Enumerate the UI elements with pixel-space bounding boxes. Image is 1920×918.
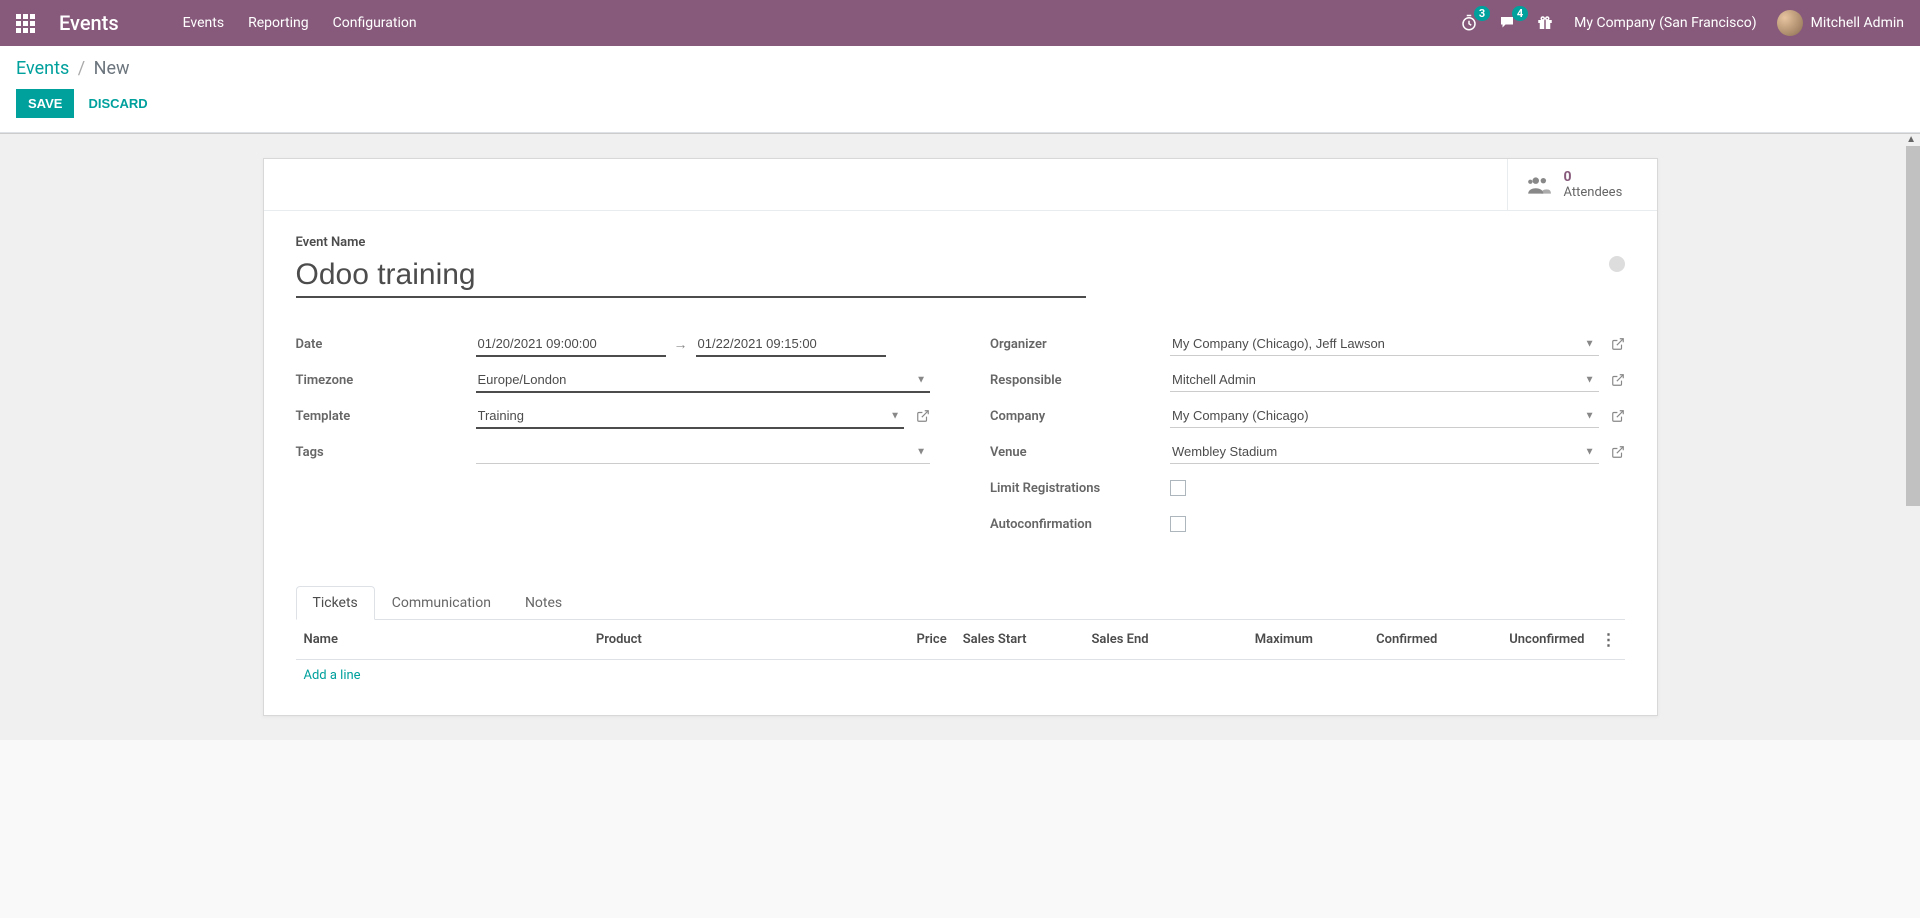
main-navbar: Events Events Reporting Configuration 3 …: [0, 0, 1920, 46]
event-name-input[interactable]: [296, 254, 1086, 298]
control-panel: Events / New Save Discard: [0, 46, 1920, 133]
tab-tickets[interactable]: Tickets: [296, 586, 375, 620]
responsible-select[interactable]: [1170, 368, 1599, 392]
date-end-input[interactable]: [696, 332, 886, 357]
template-external-link-icon[interactable]: [916, 409, 930, 423]
tabs: Tickets Communication Notes: [296, 586, 1625, 620]
event-name-label: Event Name: [296, 235, 1625, 250]
app-brand[interactable]: Events: [59, 11, 119, 35]
nav-menu: Events Reporting Configuration: [183, 15, 417, 31]
template-select[interactable]: [476, 404, 905, 429]
th-maximum[interactable]: Maximum: [1201, 620, 1321, 660]
form-col-left: Date → Timezone ▼: [296, 330, 931, 546]
label-tags: Tags: [296, 445, 476, 460]
label-organizer: Organizer: [990, 337, 1170, 352]
form-col-right: Organizer ▼ Responsible: [990, 330, 1625, 546]
arrow-right-icon: →: [674, 336, 688, 353]
button-box: 0 Attendees: [264, 159, 1657, 211]
discard-button[interactable]: Discard: [88, 96, 147, 111]
venue-external-link-icon[interactable]: [1611, 445, 1625, 459]
limit-registrations-checkbox[interactable]: [1170, 480, 1186, 496]
breadcrumb-sep: /: [78, 58, 85, 79]
label-company: Company: [990, 409, 1170, 424]
form-body: Event Name Date →: [264, 211, 1657, 715]
content-area: ▲ 0 Attendees Event Name: [0, 133, 1920, 740]
navbar-right: 3 4 My Company (San Francisco) Mitchell …: [1460, 10, 1904, 36]
company-select[interactable]: [1170, 404, 1599, 428]
title-row: [296, 254, 1625, 298]
company-selector[interactable]: My Company (San Francisco): [1574, 15, 1756, 31]
attendees-label: Attendees: [1564, 185, 1623, 200]
th-confirmed[interactable]: Confirmed: [1321, 620, 1445, 660]
tab-communication[interactable]: Communication: [375, 586, 508, 620]
form-sheet: 0 Attendees Event Name Date →: [263, 158, 1658, 716]
timer-icon[interactable]: 3: [1460, 14, 1478, 32]
chat-icon[interactable]: 4: [1498, 14, 1516, 32]
user-menu[interactable]: Mitchell Admin: [1777, 10, 1904, 36]
th-sales-start[interactable]: Sales Start: [955, 620, 1084, 660]
user-avatar: [1777, 10, 1803, 36]
kanban-status-dot[interactable]: [1609, 256, 1625, 272]
th-unconfirmed[interactable]: Unconfirmed: [1445, 620, 1592, 660]
scrollbar-thumb[interactable]: [1906, 146, 1920, 506]
action-buttons: Save Discard: [16, 89, 1904, 118]
save-button[interactable]: Save: [16, 89, 74, 118]
nav-events[interactable]: Events: [183, 15, 224, 31]
chat-badge: 4: [1512, 6, 1528, 21]
timer-badge: 3: [1474, 6, 1490, 21]
organizer-select[interactable]: [1170, 332, 1599, 356]
label-responsible: Responsible: [990, 373, 1170, 388]
responsible-external-link-icon[interactable]: [1611, 373, 1625, 387]
attendees-stat-button[interactable]: 0 Attendees: [1507, 159, 1657, 210]
attendees-icon: [1526, 174, 1552, 196]
attendees-text: 0 Attendees: [1564, 169, 1623, 200]
th-sales-end[interactable]: Sales End: [1083, 620, 1201, 660]
organizer-external-link-icon[interactable]: [1611, 337, 1625, 351]
breadcrumb: Events / New: [16, 58, 1904, 79]
label-autoconfirmation: Autoconfirmation: [990, 517, 1170, 532]
table-options-icon[interactable]: ⋮: [1601, 630, 1617, 649]
breadcrumb-root[interactable]: Events: [16, 58, 69, 79]
gift-icon[interactable]: [1536, 14, 1554, 32]
date-start-input[interactable]: [476, 332, 666, 357]
attendees-count: 0: [1564, 169, 1623, 185]
label-date: Date: [296, 337, 476, 352]
nav-configuration[interactable]: Configuration: [333, 15, 417, 31]
label-template: Template: [296, 409, 476, 424]
company-external-link-icon[interactable]: [1611, 409, 1625, 423]
navbar-left: Events Events Reporting Configuration: [16, 11, 417, 35]
autoconfirmation-checkbox[interactable]: [1170, 516, 1186, 532]
label-venue: Venue: [990, 445, 1170, 460]
tickets-table: Name Product Price Sales Start Sales End…: [296, 620, 1625, 691]
tab-notes[interactable]: Notes: [508, 586, 579, 620]
scroll-up-icon[interactable]: ▲: [1906, 134, 1916, 145]
breadcrumb-active: New: [94, 58, 130, 79]
add-line-link[interactable]: Add a line: [304, 668, 361, 683]
venue-select[interactable]: [1170, 440, 1599, 464]
label-timezone: Timezone: [296, 373, 476, 388]
form-group: Date → Timezone ▼: [296, 330, 1625, 546]
user-name: Mitchell Admin: [1811, 15, 1904, 31]
timezone-select[interactable]: [476, 368, 931, 393]
nav-reporting[interactable]: Reporting: [248, 15, 309, 31]
th-price[interactable]: Price: [880, 620, 954, 660]
tags-select[interactable]: [476, 440, 931, 464]
th-name[interactable]: Name: [296, 620, 588, 660]
label-limit-registrations: Limit Registrations: [990, 481, 1170, 496]
apps-icon[interactable]: [16, 14, 35, 33]
th-product[interactable]: Product: [588, 620, 880, 660]
